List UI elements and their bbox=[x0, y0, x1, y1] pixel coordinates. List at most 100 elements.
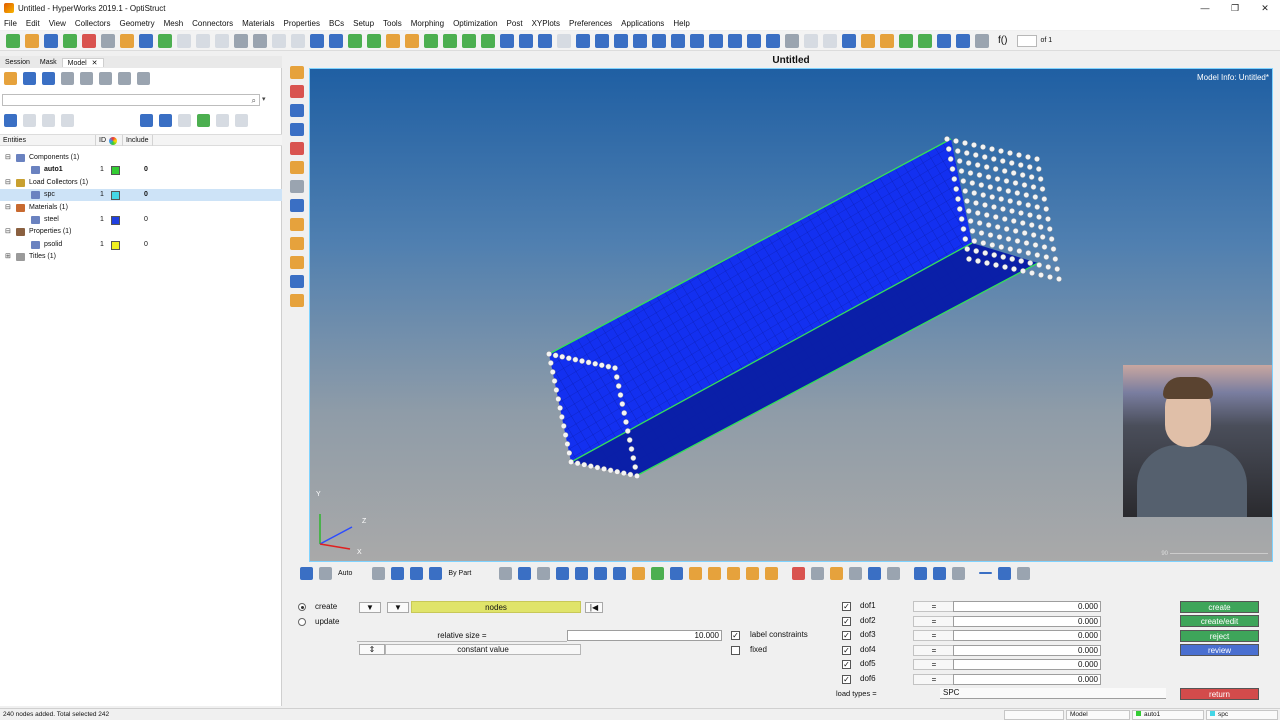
isolate-icon[interactable] bbox=[42, 113, 55, 127]
tree-folder[interactable]: ⊟ Materials (1) bbox=[0, 202, 282, 214]
toolbar-icon-10[interactable] bbox=[177, 33, 191, 48]
util-icon-10[interactable] bbox=[290, 237, 304, 250]
star-icon[interactable] bbox=[632, 566, 646, 580]
column-include[interactable]: Include bbox=[126, 135, 149, 146]
util-icon-3[interactable] bbox=[290, 104, 304, 117]
dof2-operator-button[interactable]: = bbox=[913, 615, 955, 627]
toolbar-icon-17[interactable] bbox=[310, 33, 324, 48]
tree-folder[interactable]: ⊟ Properties (1) bbox=[0, 226, 282, 238]
create-radio[interactable] bbox=[298, 603, 306, 611]
show-icon[interactable] bbox=[216, 113, 229, 127]
menu-collectors[interactable]: Collectors bbox=[75, 19, 111, 28]
toolbar-icon-51[interactable] bbox=[956, 33, 970, 48]
toolbar-icon-34[interactable] bbox=[633, 33, 647, 48]
toolbar-icon-20[interactable] bbox=[367, 33, 381, 48]
entity-type-dropdown[interactable]: ▼ bbox=[359, 602, 381, 613]
show-entity-icon[interactable] bbox=[651, 566, 665, 580]
toolbar-icon-46[interactable] bbox=[861, 33, 875, 48]
column-id[interactable]: ID bbox=[99, 135, 106, 146]
transparency-icon[interactable] bbox=[372, 566, 386, 580]
column-entities[interactable]: Entities bbox=[3, 135, 26, 146]
surfaces-icon[interactable] bbox=[556, 566, 570, 580]
toolbar-icon-36[interactable] bbox=[671, 33, 685, 48]
toolbar-icon-40[interactable] bbox=[747, 33, 761, 48]
toolbar-icon-21[interactable] bbox=[386, 33, 400, 48]
toolbar-icon-50[interactable] bbox=[937, 33, 951, 48]
tree-entity[interactable]: psolid 1 0 bbox=[0, 239, 282, 251]
menu-preferences[interactable]: Preferences bbox=[569, 19, 612, 28]
toolbar-icon-19[interactable] bbox=[348, 33, 362, 48]
color-swatch[interactable] bbox=[111, 216, 120, 225]
shell-icon[interactable] bbox=[575, 566, 589, 580]
toolbar-icon-12[interactable] bbox=[215, 33, 229, 48]
util-icon-5[interactable] bbox=[290, 142, 304, 155]
dof4-operator-button[interactable]: = bbox=[913, 644, 955, 656]
next-view-icon[interactable] bbox=[933, 566, 947, 580]
menu-post[interactable]: Post bbox=[507, 19, 523, 28]
filter-icon[interactable] bbox=[61, 72, 74, 85]
search-options-dropdown[interactable]: ▾ bbox=[262, 94, 266, 106]
assembly-view-icon[interactable] bbox=[42, 72, 55, 85]
minimize-button[interactable]: — bbox=[1190, 0, 1220, 16]
tree-folder[interactable]: ⊟ Components (1) bbox=[0, 152, 282, 164]
dof2-value-field[interactable]: 0.000 bbox=[953, 615, 1101, 627]
toolbar-icon-23[interactable] bbox=[424, 33, 438, 48]
fixed-checkbox[interactable] bbox=[731, 646, 740, 655]
by-part-dropdown[interactable]: By Part bbox=[448, 570, 471, 577]
toolbar-icon-24[interactable] bbox=[443, 33, 457, 48]
toolbar-icon-31[interactable] bbox=[576, 33, 590, 48]
menu-connectors[interactable]: Connectors bbox=[192, 19, 233, 28]
util-icon-12[interactable] bbox=[290, 275, 304, 288]
menu-edit[interactable]: Edit bbox=[26, 19, 40, 28]
toolbar-icon-45[interactable] bbox=[842, 33, 856, 48]
minus-icon[interactable] bbox=[979, 572, 993, 574]
menu-mesh[interactable]: Mesh bbox=[164, 19, 184, 28]
plus-icon[interactable] bbox=[998, 566, 1012, 580]
constant-value-toggle[interactable]: ⇕ bbox=[359, 644, 385, 655]
reveal-icon[interactable] bbox=[727, 566, 741, 580]
isolate-only-icon[interactable] bbox=[765, 566, 779, 580]
dof6-operator-button[interactable]: = bbox=[913, 674, 955, 685]
util-icon-2[interactable] bbox=[290, 85, 304, 98]
spc-display-icon[interactable] bbox=[811, 566, 825, 580]
restore-button[interactable]: ❐ bbox=[1220, 0, 1250, 16]
undo-view-icon[interactable] bbox=[952, 566, 966, 580]
tab-model[interactable]: Model ✕ bbox=[61, 57, 104, 67]
toolbar-icon-30[interactable] bbox=[557, 33, 571, 48]
mesh-icon[interactable] bbox=[499, 566, 513, 580]
menu-file[interactable]: File bbox=[4, 19, 17, 28]
tree-entity[interactable]: steel 1 0 bbox=[0, 214, 282, 226]
unmask-icon[interactable] bbox=[708, 566, 722, 580]
graphics-viewport[interactable]: Model Info: Untitled* Y Z X 90 bbox=[309, 68, 1273, 562]
toolbar-icon-44[interactable] bbox=[823, 33, 837, 48]
toolbar-icon-9[interactable] bbox=[158, 33, 172, 48]
close-button[interactable]: ✕ bbox=[1250, 0, 1280, 16]
update-radio[interactable] bbox=[298, 618, 306, 626]
pointer-select-icon[interactable] bbox=[178, 113, 191, 127]
toolbar-icon-43[interactable] bbox=[804, 33, 818, 48]
tools-icon[interactable] bbox=[99, 72, 112, 85]
close-tab-icon[interactable]: ✕ bbox=[89, 60, 98, 67]
toolbar-icon-27[interactable] bbox=[500, 33, 514, 48]
toolbar-icon-6[interactable] bbox=[101, 33, 115, 48]
config-icon[interactable] bbox=[80, 72, 93, 85]
toolbar-icon-3[interactable] bbox=[44, 33, 58, 48]
entity-display-icon[interactable] bbox=[159, 113, 172, 127]
screen-icon[interactable] bbox=[613, 566, 627, 580]
util-icon-11[interactable] bbox=[290, 256, 304, 269]
tab-mask[interactable]: Mask bbox=[35, 59, 62, 66]
toolbar-icon-41[interactable] bbox=[766, 33, 780, 48]
lines-icon[interactable] bbox=[537, 566, 551, 580]
toolbar-icon-42[interactable] bbox=[785, 33, 799, 48]
toolbar-icon-5[interactable] bbox=[82, 33, 96, 48]
hide-entity-icon[interactable] bbox=[670, 566, 684, 580]
tree-folder[interactable]: ⊟ Load Collectors (1) bbox=[0, 177, 282, 189]
hide-icon[interactable] bbox=[235, 113, 248, 127]
redo-view-icon[interactable] bbox=[1017, 566, 1031, 580]
tab-session[interactable]: Session bbox=[0, 59, 35, 66]
menu-optimization[interactable]: Optimization bbox=[453, 19, 497, 28]
toolbar-icon-14[interactable] bbox=[253, 33, 267, 48]
toolbar-icon-25[interactable] bbox=[462, 33, 476, 48]
toolbar-icon-29[interactable] bbox=[538, 33, 552, 48]
by-part-icon[interactable] bbox=[429, 566, 443, 580]
